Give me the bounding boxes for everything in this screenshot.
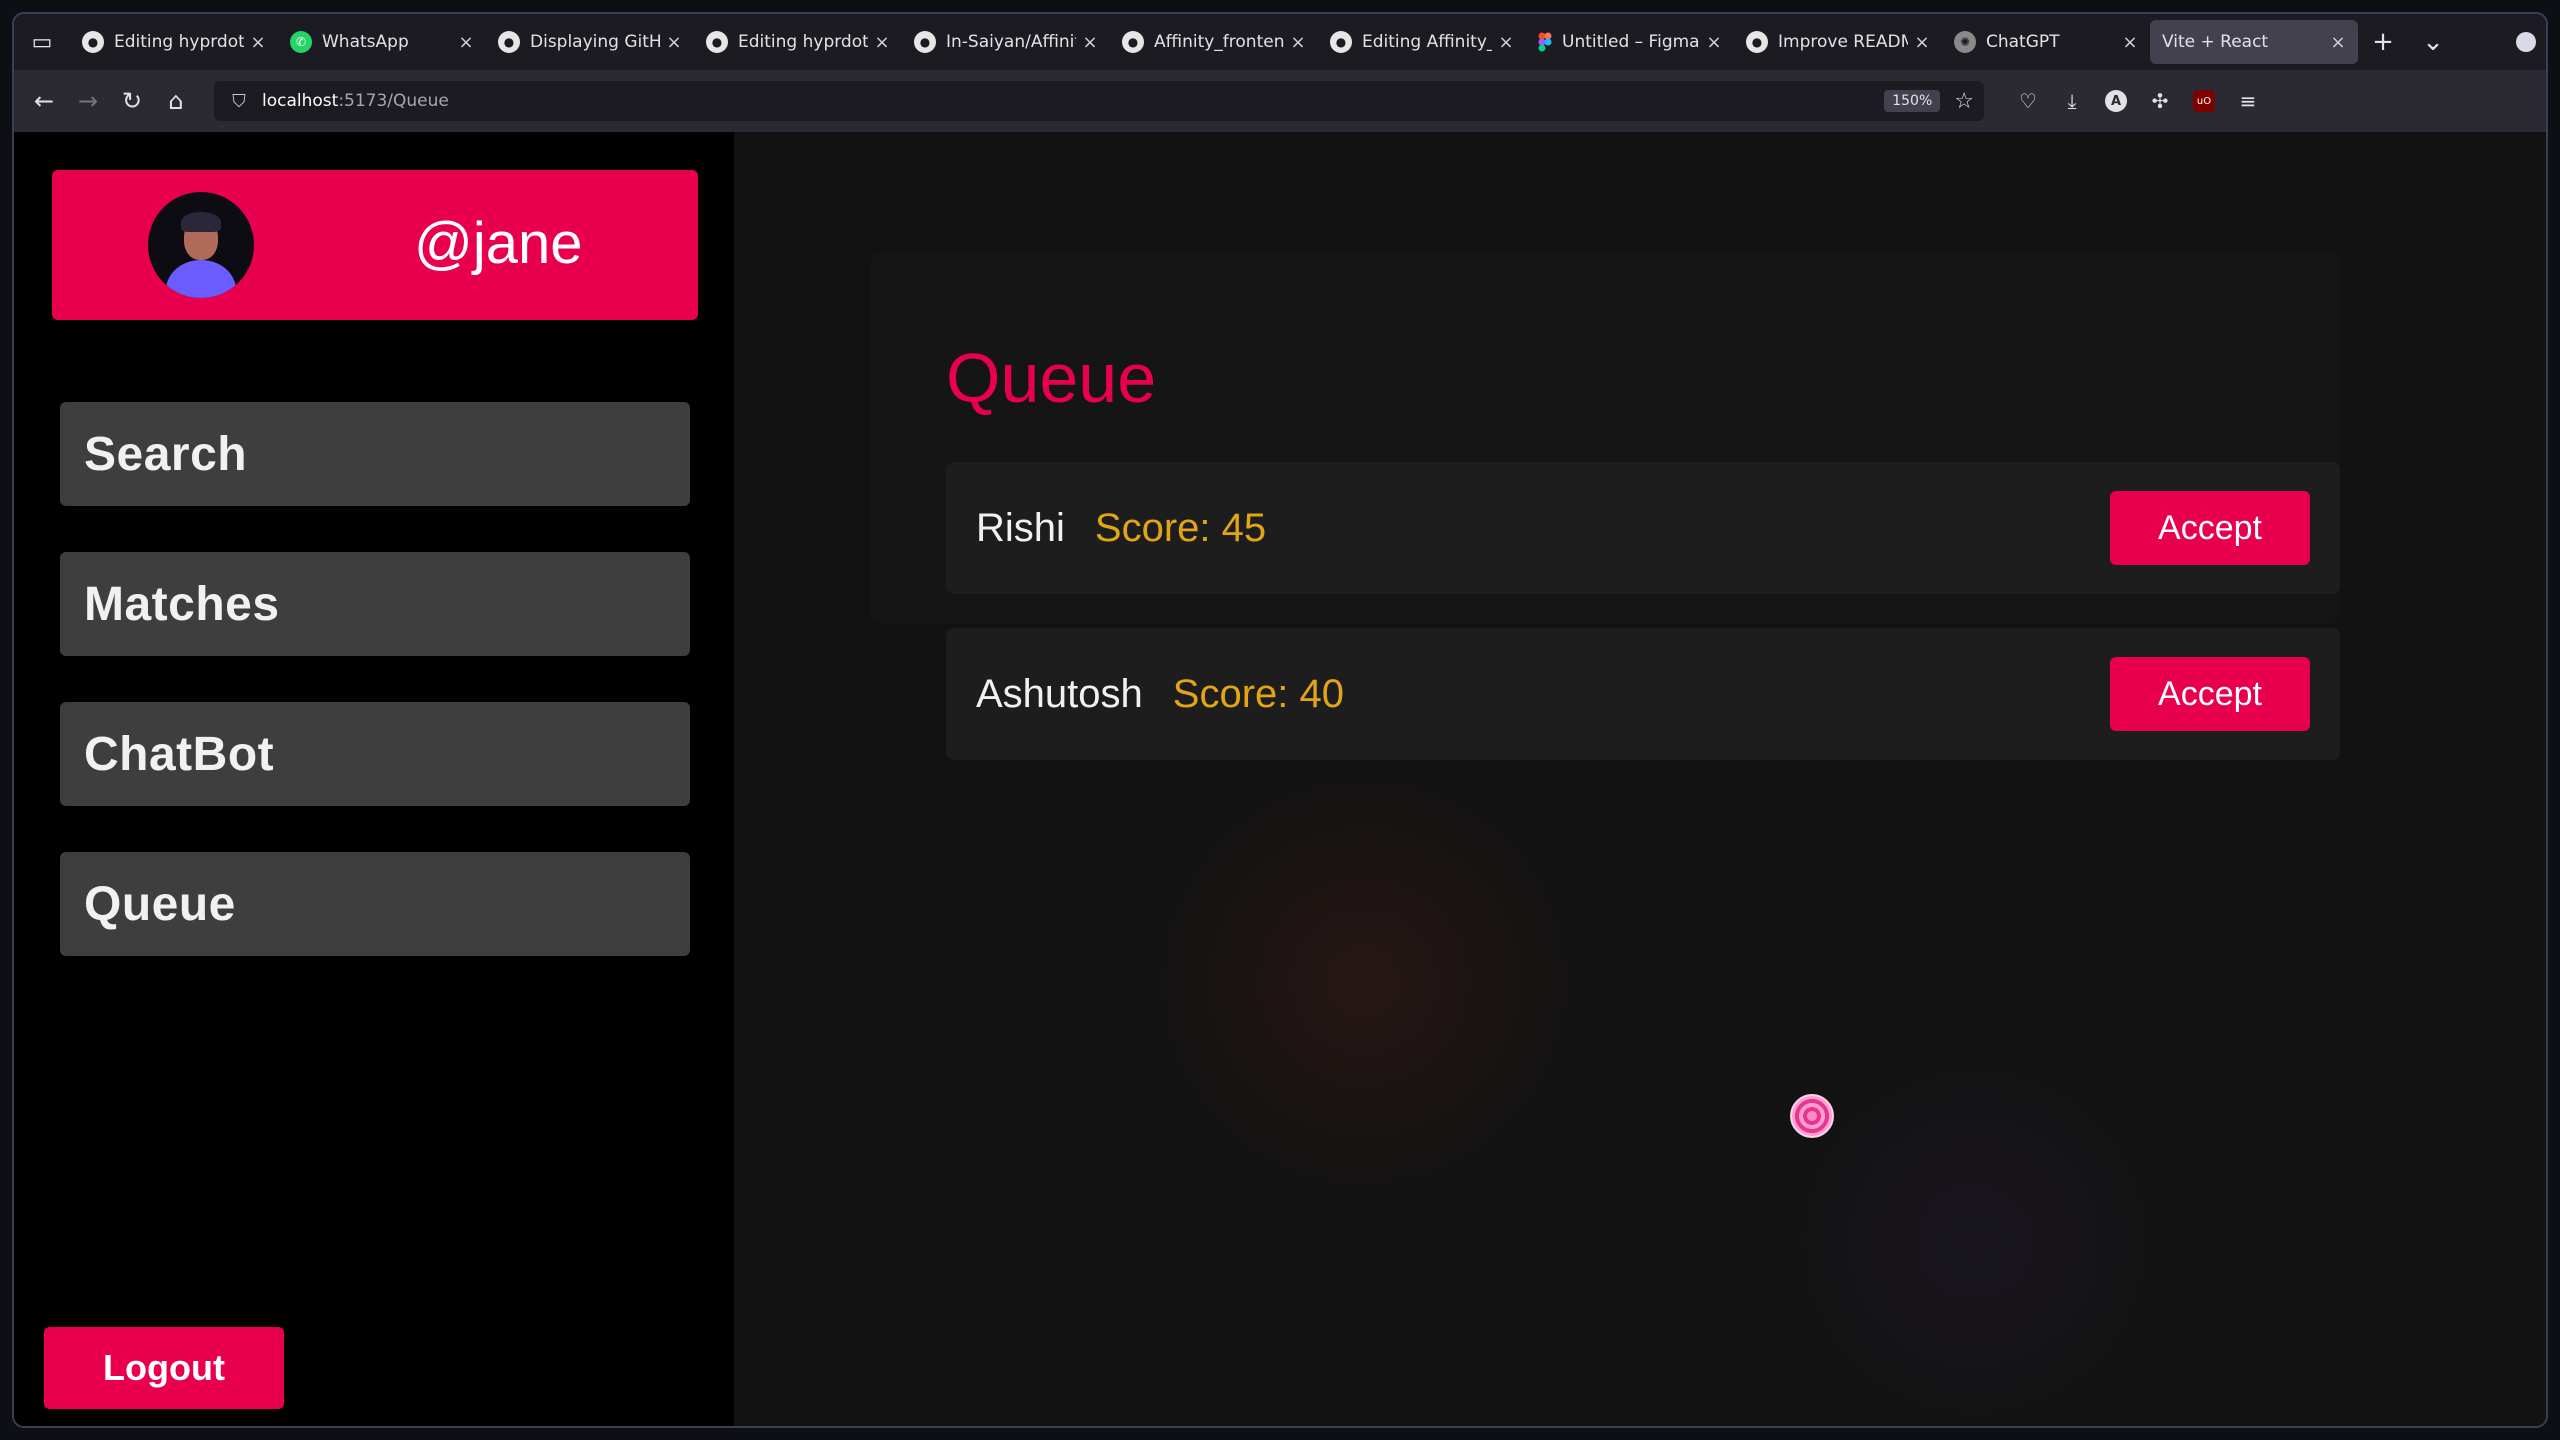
sidebar-item-queue[interactable]: Queue: [60, 852, 690, 956]
menu-icon[interactable]: ≡: [2226, 79, 2270, 123]
queue-name: Ashutosh: [976, 671, 1143, 716]
tab-10[interactable]: Vite + React ×: [2150, 20, 2358, 64]
download-icon[interactable]: ⤓: [2050, 79, 2094, 123]
queue-row: Ashutosh Score: 40 Accept: [946, 628, 2340, 760]
tab-6[interactable]: ● Editing Affinity_fr ×: [1318, 20, 1526, 64]
close-icon[interactable]: ×: [1704, 32, 1724, 53]
tab-title: Displaying GitHub: [530, 32, 660, 52]
tab-2[interactable]: ● Displaying GitHub ×: [486, 20, 694, 64]
queue-row: Rishi Score: 45 Accept: [946, 462, 2340, 594]
close-icon[interactable]: ×: [456, 32, 476, 53]
tab-title: Untitled – Figma: [1562, 32, 1700, 52]
tab-title: Improve README: [1778, 32, 1908, 52]
close-icon[interactable]: ×: [1080, 32, 1100, 53]
avatar: [148, 192, 254, 298]
username: @jane: [414, 211, 583, 276]
new-tab-icon[interactable]: +: [2358, 20, 2408, 64]
close-icon[interactable]: ×: [1912, 32, 1932, 53]
chatgpt-icon: ✺: [1954, 31, 1976, 53]
tab-title: Editing hyprdots/R: [738, 32, 868, 52]
close-icon[interactable]: ×: [664, 32, 684, 53]
home-icon[interactable]: ⌂: [154, 79, 198, 123]
ublock-icon[interactable]: uO: [2182, 79, 2226, 123]
close-icon[interactable]: ×: [872, 32, 892, 53]
tab-title: Vite + React: [2162, 32, 2269, 52]
back-icon[interactable]: ←: [22, 79, 66, 123]
navigation-toolbar: ← → ↻ ⌂ ⛉ ▯ localhost:5173/Queue 150% ☆ …: [14, 70, 2546, 1426]
cursor-icon: [1790, 1094, 1834, 1138]
tab-title: In-Saiyan/Affinity_: [946, 32, 1076, 52]
github-icon: ●: [1330, 31, 1352, 53]
github-icon: ●: [706, 31, 728, 53]
account-avatar: A: [2105, 90, 2127, 112]
reload-icon[interactable]: ↻: [110, 79, 154, 123]
queue-score: Score: 40: [1172, 671, 1344, 716]
sidebar-item-chatbot[interactable]: ChatBot: [60, 702, 690, 806]
bookmark-star-icon[interactable]: ☆: [1954, 89, 1974, 114]
sidebar: @jane Search Matches ChatBot Queue Logou…: [14, 132, 734, 1426]
profile-card[interactable]: @jane: [52, 170, 698, 320]
ublock-badge: uO: [2193, 90, 2215, 112]
tab-title: Editing hyprdots/R: [114, 32, 244, 52]
tab-7[interactable]: Untitled – Figma ×: [1526, 20, 1734, 64]
zoom-level[interactable]: 150%: [1884, 90, 1941, 112]
sidebar-item-matches[interactable]: Matches: [60, 552, 690, 656]
github-icon: ●: [82, 31, 104, 53]
shield-icon[interactable]: ⛉: [224, 91, 254, 112]
accept-button[interactable]: Accept: [2110, 491, 2310, 565]
github-icon: ●: [1122, 31, 1144, 53]
pocket-icon[interactable]: ♡: [2006, 79, 2050, 123]
tab-title: Editing Affinity_fr: [1362, 32, 1492, 52]
tab-list-icon[interactable]: ▭: [14, 14, 70, 70]
tab-1[interactable]: ✆ WhatsApp ×: [278, 20, 486, 64]
github-icon: ●: [914, 31, 936, 53]
logout-button[interactable]: Logout: [44, 1327, 284, 1409]
figma-icon: [1538, 31, 1552, 53]
page-title: Queue: [946, 339, 1157, 417]
tab-9[interactable]: ✺ ChatGPT ×: [1942, 20, 2150, 64]
close-icon[interactable]: ×: [248, 32, 268, 53]
close-icon[interactable]: ×: [1288, 32, 1308, 53]
queue-name: Rishi: [976, 505, 1065, 550]
url-path: :5173/Queue: [338, 91, 449, 111]
url-host: localhost: [262, 91, 339, 111]
main-content: Queue Rishi Score: 45 Accept Ashutosh Sc…: [734, 132, 2546, 1426]
tab-strip: ▭ ● Editing hyprdots/R × ✆ WhatsApp × ● …: [14, 14, 2546, 70]
queue-score: Score: 45: [1094, 505, 1267, 550]
github-icon: ●: [1746, 31, 1768, 53]
github-icon: ●: [498, 31, 520, 53]
account-icon[interactable]: A: [2094, 79, 2138, 123]
tab-4[interactable]: ● In-Saiyan/Affinity_ ×: [902, 20, 1110, 64]
sidebar-item-search[interactable]: Search: [60, 402, 690, 506]
tab-8[interactable]: ● Improve README ×: [1734, 20, 1942, 64]
forward-icon[interactable]: →: [66, 79, 110, 123]
accept-button[interactable]: Accept: [2110, 657, 2310, 731]
close-icon[interactable]: ×: [2328, 32, 2348, 53]
tab-3[interactable]: ● Editing hyprdots/R ×: [694, 20, 902, 64]
tab-0[interactable]: ● Editing hyprdots/R ×: [70, 20, 278, 64]
toolbar-icons: ♡ ⤓ A ✣ uO ≡: [2006, 79, 2270, 123]
tab-title: Affinity_frontend/: [1154, 32, 1284, 52]
app-page: @jane Search Matches ChatBot Queue Logou…: [14, 132, 2546, 1426]
url-bar[interactable]: ⛉ ▯ localhost:5173/Queue 150% ☆: [14, 81, 1984, 1426]
tab-title: ChatGPT: [1986, 32, 2060, 52]
extensions-icon[interactable]: ✣: [2138, 79, 2182, 123]
profile-icon[interactable]: [2516, 32, 2536, 52]
browser-window: ▭ ● Editing hyprdots/R × ✆ WhatsApp × ● …: [12, 12, 2548, 1428]
close-icon[interactable]: ×: [2120, 32, 2140, 53]
tab-title: WhatsApp: [322, 32, 409, 52]
chevron-down-icon[interactable]: ⌄: [2408, 20, 2458, 64]
close-icon[interactable]: ×: [1496, 32, 1516, 53]
tab-5[interactable]: ● Affinity_frontend/ ×: [1110, 20, 1318, 64]
whatsapp-icon: ✆: [290, 31, 312, 53]
